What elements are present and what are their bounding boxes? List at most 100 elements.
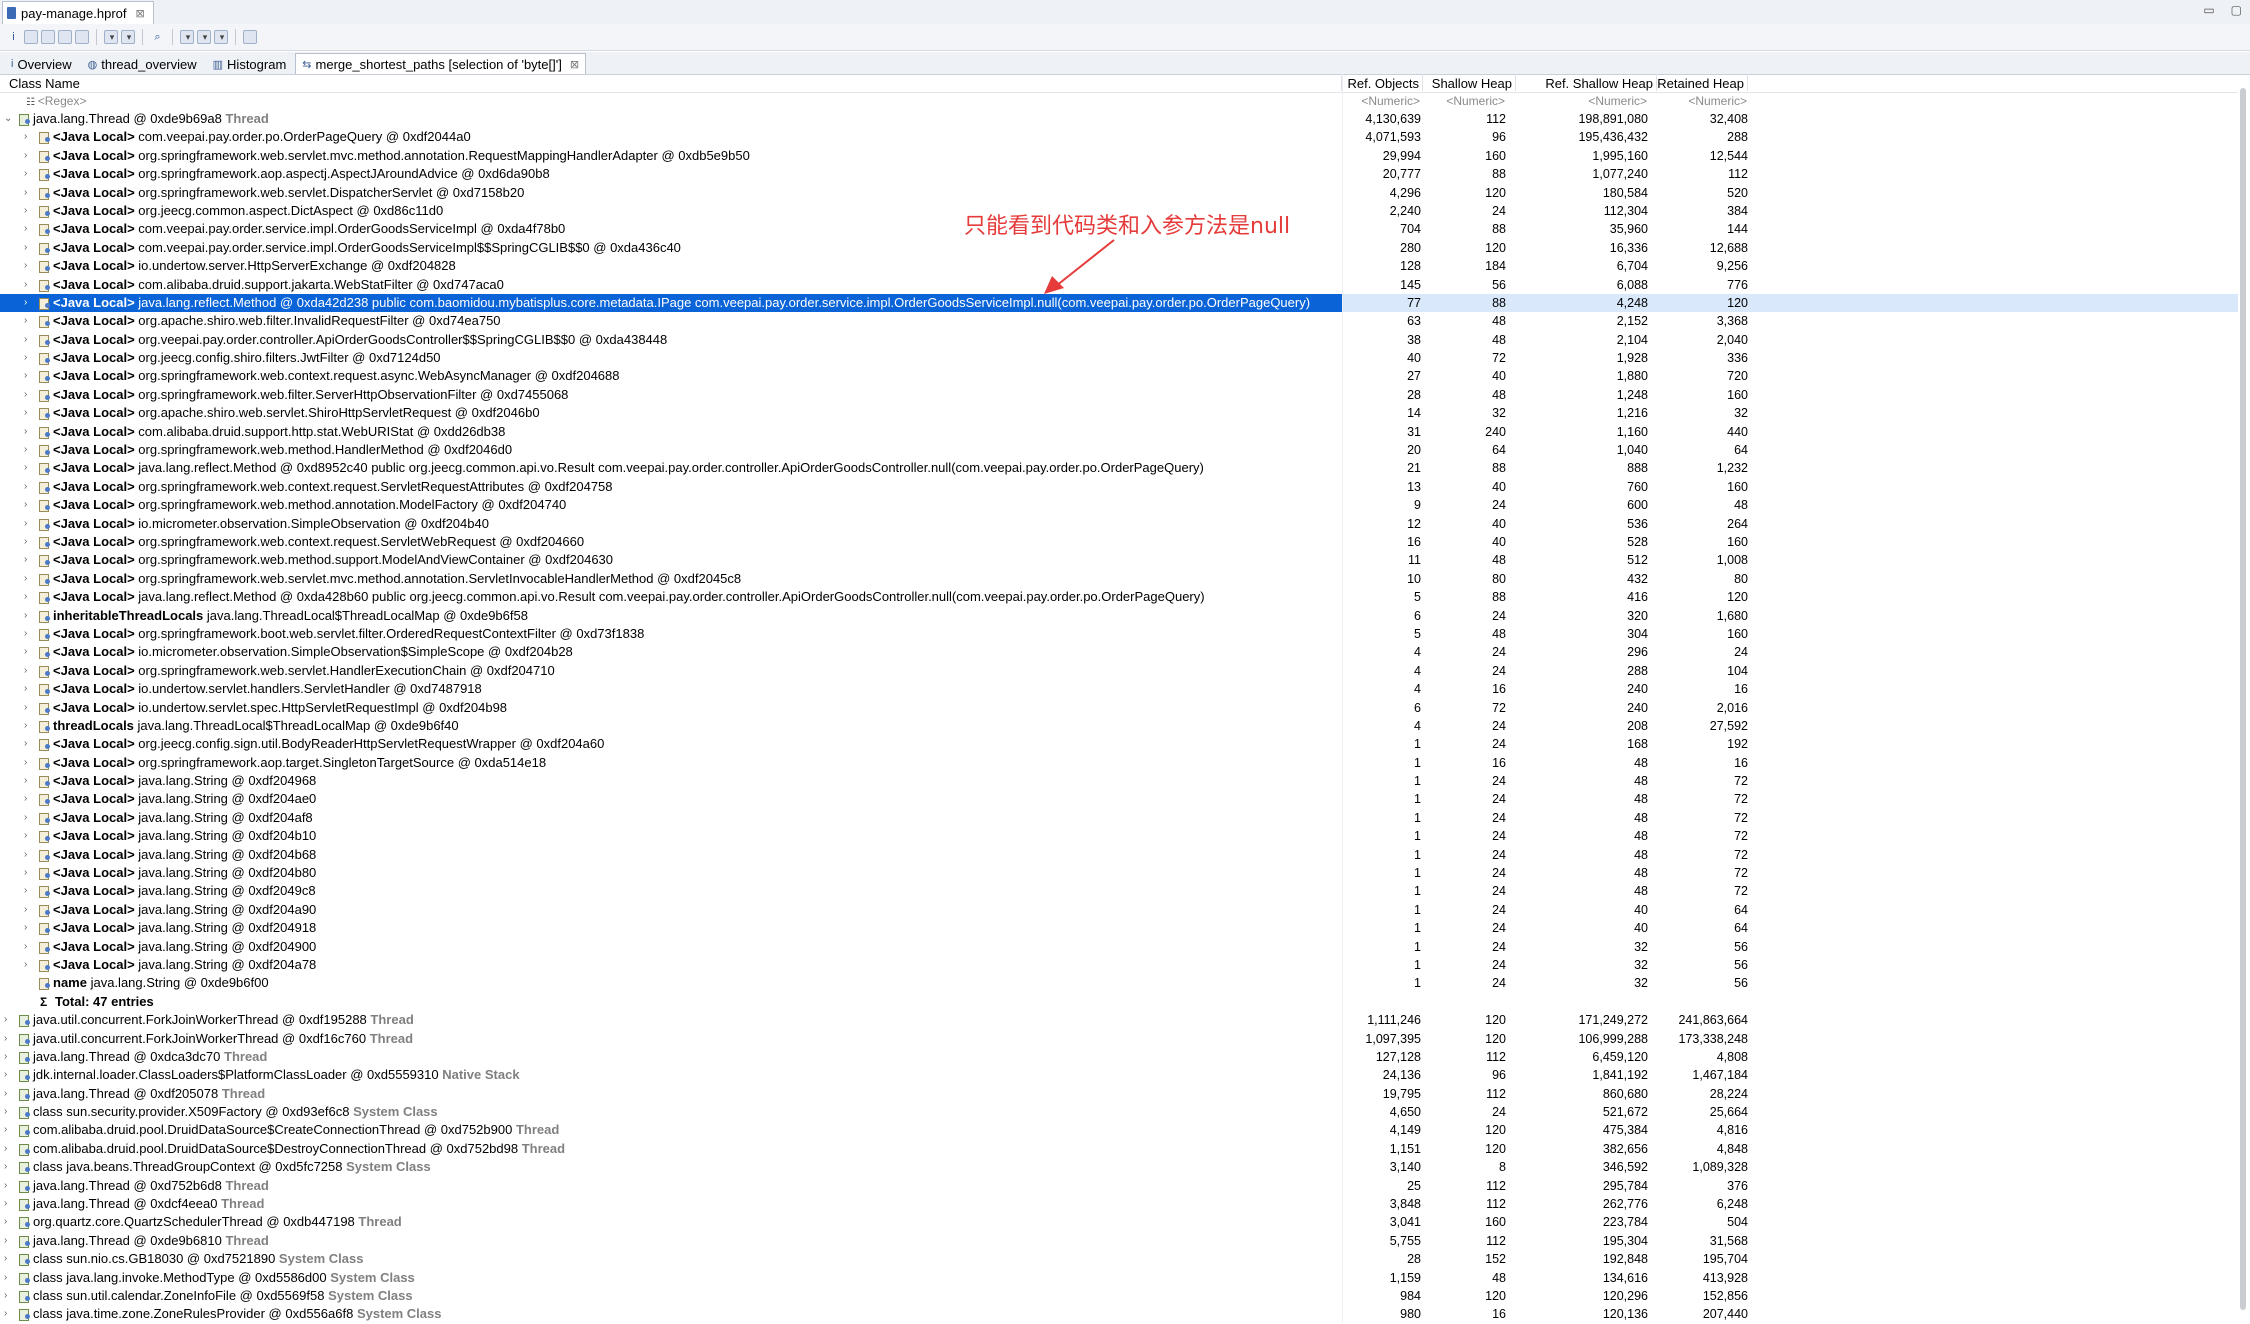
expand-icon[interactable]: › <box>24 312 27 330</box>
table-row[interactable]: › <Java Local> org.springframework.web.me… <box>0 496 2238 514</box>
class-name-cell[interactable]: › class sun.util.calendar.ZoneInfoFile @ … <box>0 1287 1342 1305</box>
table-row[interactable]: › <Java Local> org.springframework.web.se… <box>0 662 2238 680</box>
class-name-cell[interactable]: › <Java Local> java.lang.String @ 0xdf204… <box>0 809 1342 827</box>
histogram-icon[interactable] <box>24 30 38 44</box>
expand-icon[interactable]: › <box>24 276 27 294</box>
class-name-cell[interactable]: › <Java Local> java.lang.reflect.Method @… <box>0 459 1342 477</box>
expand-icon[interactable]: › <box>24 790 27 808</box>
expand-icon[interactable]: › <box>4 1305 7 1323</box>
expand-icon[interactable]: › <box>4 1121 7 1139</box>
expand-icon[interactable]: › <box>24 864 27 882</box>
class-name-cell[interactable]: › <Java Local> org.springframework.aop.ta… <box>0 754 1342 772</box>
table-row[interactable]: › com.alibaba.druid.pool.DruidDataSource$… <box>0 1121 2238 1139</box>
dominator-tree-icon[interactable] <box>41 30 55 44</box>
tab-merge-shortest-paths[interactable]: ⇆ merge_shortest_paths [selection of 'by… <box>295 53 587 74</box>
expand-icon[interactable]: › <box>24 827 27 845</box>
class-name-cell[interactable]: › <Java Local> org.apache.shiro.web.servl… <box>0 404 1342 422</box>
tab-overview[interactable]: i Overview <box>4 53 79 74</box>
expand-icon[interactable]: › <box>24 882 27 900</box>
class-name-cell[interactable]: › <Java Local> java.lang.String @ 0xdf204… <box>0 956 1342 974</box>
table-row[interactable]: › <Java Local> java.lang.String @ 0xdf204… <box>0 827 2238 845</box>
class-name-cell[interactable]: › <Java Local> com.veepai.pay.order.servi… <box>0 239 1342 257</box>
class-name-cell[interactable]: › <Java Local> java.lang.String @ 0xdf204… <box>0 901 1342 919</box>
table-row[interactable]: › <Java Local> io.undertow.servlet.spec.H… <box>0 699 2238 717</box>
table-row[interactable]: › class sun.nio.cs.GB18030 @ 0xd7521890 S… <box>0 1250 2238 1268</box>
expand-icon[interactable]: › <box>24 349 27 367</box>
class-name-cell[interactable]: › <Java Local> java.lang.String @ 0xdf204… <box>0 882 1342 900</box>
table-row[interactable]: › java.lang.Thread @ 0xd752b6d8 Thread 25 1… <box>0 1177 2238 1195</box>
class-name-cell[interactable]: › <Java Local> io.micrometer.observation.… <box>0 643 1342 661</box>
class-name-cell[interactable]: › <Java Local> org.springframework.web.me… <box>0 496 1342 514</box>
class-name-cell[interactable]: › inheritableThreadLocals java.lang.Threa… <box>0 607 1342 625</box>
class-name-cell[interactable]: › <Java Local> org.springframework.web.se… <box>0 147 1342 165</box>
expand-icon[interactable]: › <box>24 717 27 735</box>
class-name-cell[interactable]: › <Java Local> org.jeecg.config.shiro.fil… <box>0 349 1342 367</box>
table-row[interactable]: › <Java Local> org.springframework.web.co… <box>0 367 2238 385</box>
class-name-cell[interactable]: Σ Total: 47 entries <box>0 993 1342 1011</box>
class-name-cell[interactable]: › <Java Local> java.lang.String @ 0xdf204… <box>0 846 1342 864</box>
expand-icon[interactable]: › <box>24 680 27 698</box>
export-icon[interactable] <box>214 30 228 44</box>
table-row[interactable]: name java.lang.String @ 0xde9b6f00 1 24 32 5… <box>0 974 2238 992</box>
table-row[interactable]: › java.util.concurrent.ForkJoinWorkerThre… <box>0 1030 2238 1048</box>
class-name-cell[interactable]: › java.lang.Thread @ 0xdca3dc70 Thread <box>0 1048 1342 1066</box>
class-name-cell[interactable]: › <Java Local> org.springframework.web.me… <box>0 441 1342 459</box>
table-row[interactable]: › <Java Local> java.lang.String @ 0xdf204… <box>0 772 2238 790</box>
class-name-cell[interactable]: › <Java Local> org.springframework.aop.as… <box>0 165 1342 183</box>
table-row[interactable]: › <Java Local> org.apache.shiro.web.servl… <box>0 404 2238 422</box>
expand-icon[interactable]: › <box>24 570 27 588</box>
class-name-cell[interactable]: › <Java Local> io.undertow.servlet.handle… <box>0 680 1342 698</box>
table-row[interactable]: › <Java Local> com.alibaba.druid.support.… <box>0 423 2238 441</box>
class-name-cell[interactable]: › class java.time.zone.ZoneRulesProvider … <box>0 1305 1342 1323</box>
oql-icon[interactable] <box>58 30 72 44</box>
class-name-cell[interactable]: › <Java Local> org.springframework.web.se… <box>0 570 1342 588</box>
expand-icon[interactable]: › <box>24 184 27 202</box>
expand-icon[interactable]: › <box>4 1103 7 1121</box>
class-name-cell[interactable]: ⌄ java.lang.Thread @ 0xde9b69a8 Thread <box>0 110 1342 128</box>
expand-icon[interactable]: › <box>24 754 27 772</box>
expand-icon[interactable]: › <box>4 1213 7 1231</box>
class-name-cell[interactable]: › <Java Local> java.lang.String @ 0xdf204… <box>0 938 1342 956</box>
expand-icon[interactable]: › <box>24 607 27 625</box>
table-row[interactable]: › class sun.util.calendar.ZoneInfoFile @ … <box>0 1287 2238 1305</box>
class-name-cell[interactable]: › <Java Local> org.springframework.web.se… <box>0 184 1342 202</box>
query-browser-icon[interactable] <box>121 30 135 44</box>
class-name-cell[interactable]: › <Java Local> org.apache.shiro.web.filte… <box>0 312 1342 330</box>
expand-icon[interactable]: › <box>4 1250 7 1268</box>
class-name-cell[interactable]: › <Java Local> com.alibaba.druid.support.… <box>0 423 1342 441</box>
table-row[interactable]: › <Java Local> org.jeecg.config.sign.util… <box>0 735 2238 753</box>
class-name-cell[interactable]: › <Java Local> org.springframework.web.me… <box>0 551 1342 569</box>
table-row[interactable]: › <Java Local> java.lang.String @ 0xdf204… <box>0 901 2238 919</box>
class-name-cell[interactable]: › com.alibaba.druid.pool.DruidDataSource$… <box>0 1140 1342 1158</box>
expand-icon[interactable]: › <box>4 1287 7 1305</box>
table-row[interactable]: › java.util.concurrent.ForkJoinWorkerThre… <box>0 1011 2238 1029</box>
table-row[interactable]: › java.lang.Thread @ 0xde9b6810 Thread 5,7… <box>0 1232 2238 1250</box>
ref-objects-filter-input[interactable]: <Numeric> <box>1361 94 1420 108</box>
expand-icon[interactable]: › <box>24 239 27 257</box>
expand-icon[interactable]: › <box>24 735 27 753</box>
expand-icon[interactable]: › <box>24 919 27 937</box>
expand-icon[interactable]: › <box>24 901 27 919</box>
table-row[interactable]: › <Java Local> org.springframework.web.me… <box>0 441 2238 459</box>
expand-icon[interactable]: › <box>24 257 27 275</box>
expand-icon[interactable]: › <box>24 459 27 477</box>
expand-icon[interactable]: › <box>24 938 27 956</box>
expand-icon[interactable]: › <box>24 625 27 643</box>
table-row[interactable]: › <Java Local> io.micrometer.observation.… <box>0 643 2238 661</box>
columns-icon[interactable] <box>243 30 257 44</box>
class-name-cell[interactable]: › java.util.concurrent.ForkJoinWorkerThre… <box>0 1030 1342 1048</box>
expand-icon[interactable]: › <box>24 128 27 146</box>
expand-icon[interactable]: › <box>24 441 27 459</box>
expand-icon[interactable]: › <box>24 662 27 680</box>
table-row[interactable]: › <Java Local> org.springframework.aop.ta… <box>0 754 2238 772</box>
editor-tab[interactable]: pay-manage.hprof ⊠ <box>2 1 154 24</box>
table-row[interactable]: › <Java Local> org.jeecg.config.shiro.fil… <box>0 349 2238 367</box>
regex-filter-input[interactable]: ☷ <Regex> <box>26 94 86 108</box>
minimize-icon[interactable]: ▭ <box>2203 3 2214 17</box>
close-icon[interactable]: ⊠ <box>136 7 145 20</box>
column-header-shallow-heap[interactable]: Shallow Heap <box>1423 74 1516 91</box>
maximize-icon[interactable]: ▢ <box>2231 3 2242 17</box>
expand-icon[interactable]: › <box>24 809 27 827</box>
expand-icon[interactable]: › <box>24 423 27 441</box>
class-name-cell[interactable]: › <Java Local> org.veepai.pay.order.contr… <box>0 331 1342 349</box>
